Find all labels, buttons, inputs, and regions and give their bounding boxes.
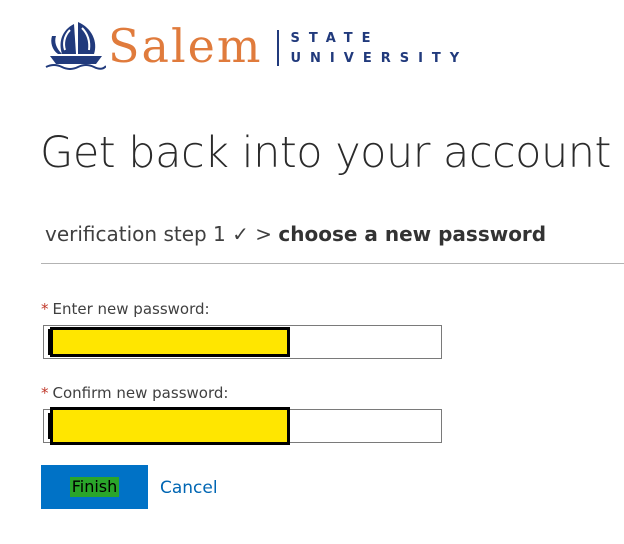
- confirm-password-label: * Confirm new password:: [41, 384, 228, 402]
- finish-button-label: Finish: [69, 477, 120, 497]
- brand-subtitle: STATE UNIVERSITY: [291, 32, 469, 65]
- confirm-password-input[interactable]: [43, 407, 442, 445]
- brand-wordmark: Salem: [108, 19, 263, 73]
- breadcrumb-separator: >: [255, 222, 273, 246]
- required-marker: *: [41, 384, 49, 402]
- brand-subtitle-state: STATE: [290, 30, 380, 46]
- section-divider: [41, 263, 624, 264]
- university-logo: Salem STATE UNIVERSITY: [44, 16, 468, 74]
- new-password-input[interactable]: [43, 325, 442, 359]
- checkmark-icon: ✓: [232, 222, 249, 246]
- new-password-label: * Enter new password:: [41, 300, 210, 318]
- breadcrumb: verification step 1 ✓ > choose a new pas…: [45, 222, 546, 246]
- logo-divider: [276, 30, 279, 66]
- confirm-password-label-text: Confirm new password:: [52, 384, 229, 402]
- redaction-box: [50, 327, 290, 357]
- required-marker: *: [41, 300, 49, 318]
- redaction-box: [50, 407, 290, 445]
- brand-subtitle-university: UNIVERSITY: [290, 50, 469, 66]
- ship-logo-icon: [45, 22, 106, 70]
- new-password-label-text: Enter new password:: [52, 300, 210, 318]
- finish-button[interactable]: Finish: [41, 465, 148, 509]
- breadcrumb-step-completed: verification step 1: [45, 222, 226, 246]
- page-title: Get back into your account: [40, 128, 611, 178]
- breadcrumb-step-current: choose a new password: [278, 222, 547, 246]
- cancel-link[interactable]: Cancel: [160, 478, 218, 498]
